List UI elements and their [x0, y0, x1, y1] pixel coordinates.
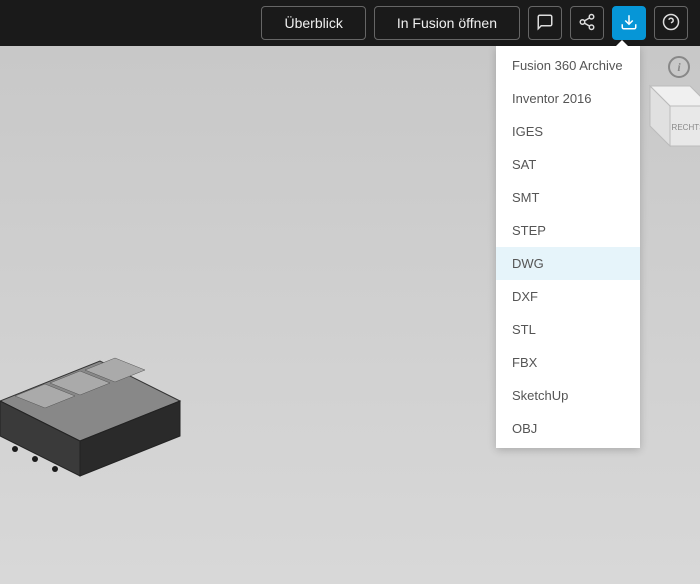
overview-button[interactable]: Überblick — [261, 6, 365, 40]
dropdown-item-fbx[interactable]: FBX — [496, 346, 640, 379]
share-button[interactable] — [570, 6, 604, 40]
toolbar: Überblick In Fusion öffnen — [0, 0, 700, 46]
dropdown-item-sketchup[interactable]: SketchUp — [496, 379, 640, 412]
comment-button[interactable] — [528, 6, 562, 40]
dropdown-item-smt[interactable]: SMT — [496, 181, 640, 214]
comment-icon — [536, 13, 554, 34]
download-button[interactable] — [612, 6, 646, 40]
model-3d[interactable] — [0, 321, 200, 481]
overview-label: Überblick — [284, 15, 342, 31]
dropdown-item-sat[interactable]: SAT — [496, 148, 640, 181]
dropdown-item-obj[interactable]: OBJ — [496, 412, 640, 448]
download-dropdown: Fusion 360 ArchiveInventor 2016IGESSATSM… — [496, 46, 640, 448]
dropdown-item-step[interactable]: STEP — [496, 214, 640, 247]
dropdown-item-inventor-2016[interactable]: Inventor 2016 — [496, 82, 640, 115]
help-button[interactable] — [654, 6, 688, 40]
dropdown-item-fusion-360-archive[interactable]: Fusion 360 Archive — [496, 46, 640, 82]
open-in-fusion-button[interactable]: In Fusion öffnen — [374, 6, 520, 40]
viewcube-face-label: RECHTS — [672, 123, 700, 132]
open-in-fusion-label: In Fusion öffnen — [397, 15, 497, 31]
download-icon — [620, 13, 638, 34]
dropdown-item-dwg[interactable]: DWG — [496, 247, 640, 280]
dropdown-item-iges[interactable]: IGES — [496, 115, 640, 148]
help-icon — [662, 13, 680, 34]
share-icon — [578, 13, 596, 34]
dropdown-item-stl[interactable]: STL — [496, 313, 640, 346]
info-icon[interactable]: i — [668, 56, 690, 78]
dropdown-item-dxf[interactable]: DXF — [496, 280, 640, 313]
